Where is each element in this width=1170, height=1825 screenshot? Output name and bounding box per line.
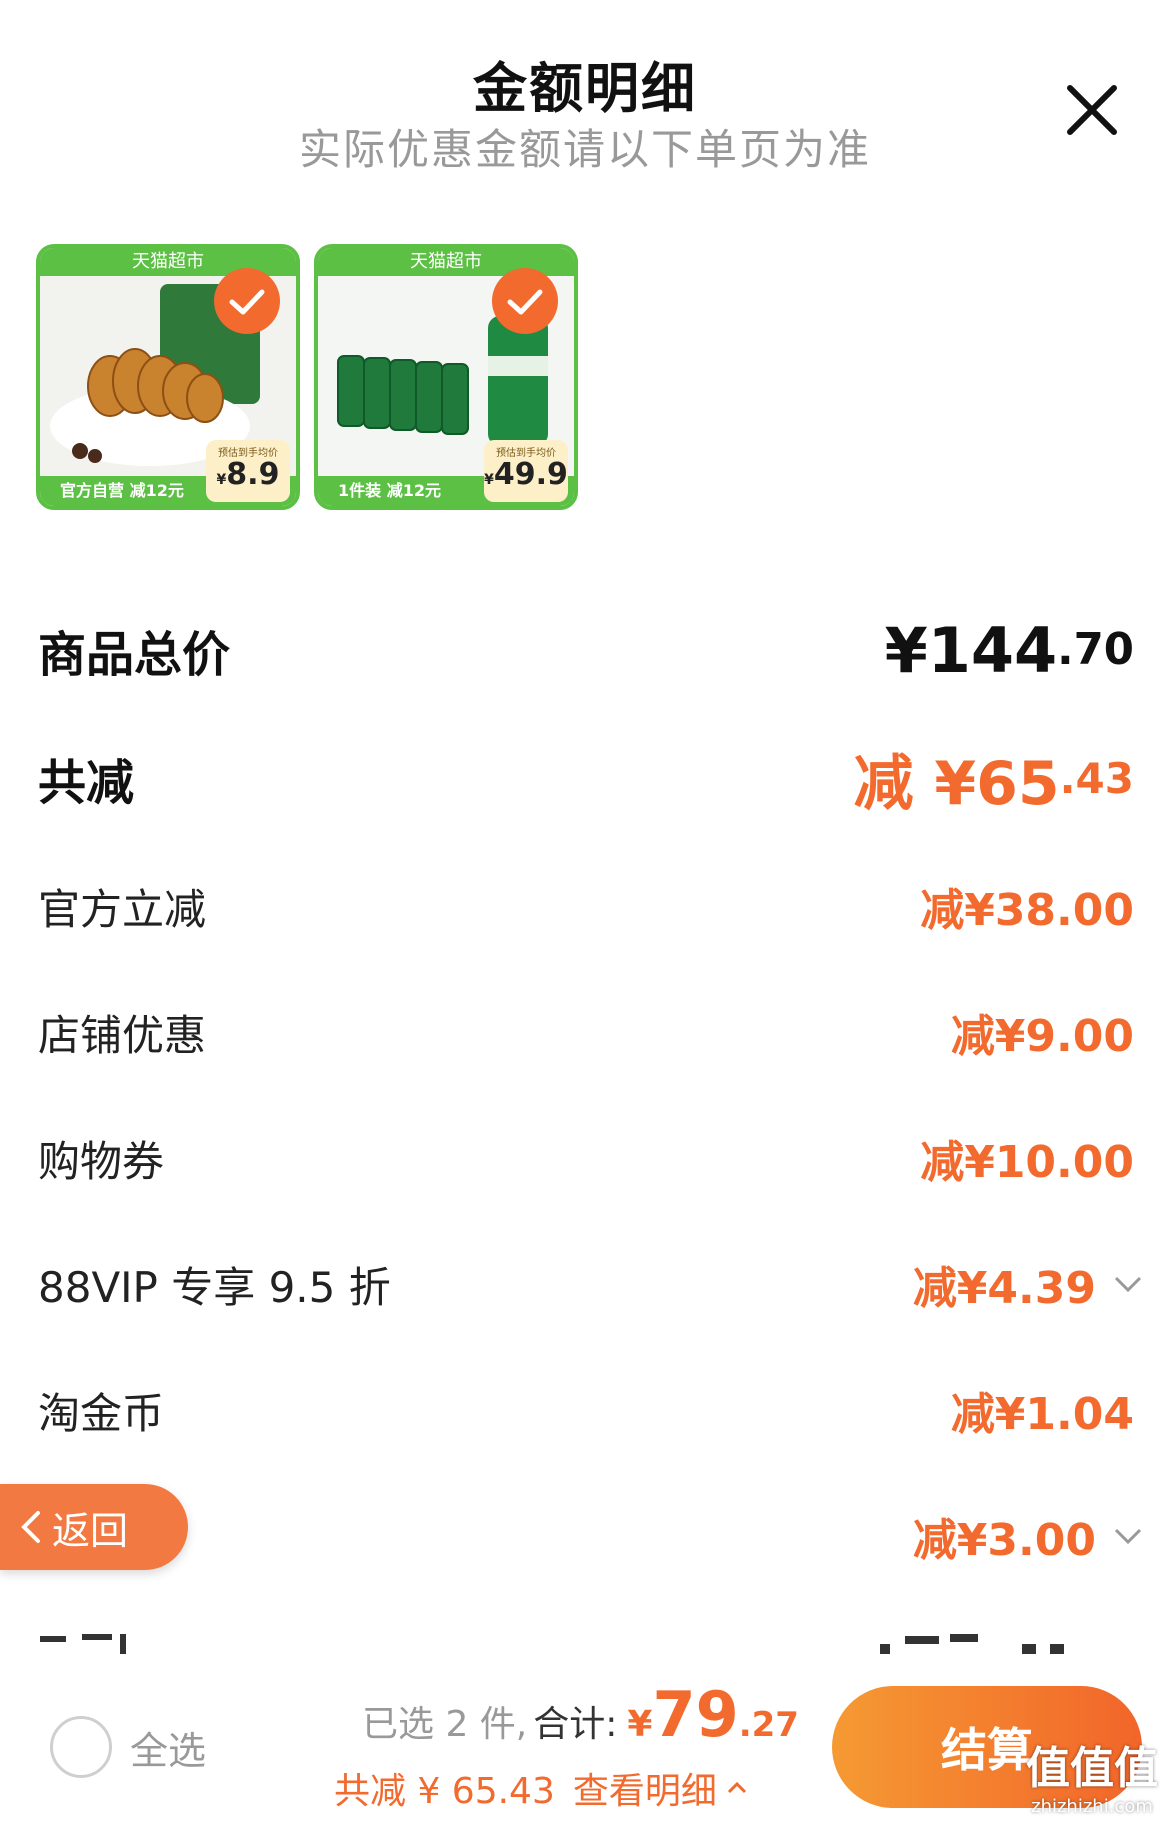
price-number: 8.9 — [226, 457, 280, 492]
coupon-amount: 减¥10.00 — [920, 1137, 1134, 1188]
vip-discount-value: 减¥4.39 — [912, 1263, 1096, 1314]
price-yen: ¥ — [216, 472, 227, 488]
selected-count: 已选 2 件, — [362, 1704, 528, 1745]
row-official-discount: 官方立减 减¥38.00 — [38, 866, 1134, 946]
coupon-label: 购物券 — [38, 1136, 165, 1186]
goods-total-int: ¥144 — [884, 613, 1058, 687]
vip-discount-label: 88VIP 专享 9.5 折 — [38, 1262, 391, 1312]
checkmark-icon — [507, 289, 543, 315]
coin-label: 淘金币 — [38, 1388, 165, 1438]
view-detail-link[interactable]: 共减 ¥ 65.43 查看明细 — [334, 1762, 749, 1814]
close-button[interactable] — [1062, 80, 1122, 140]
partial-total-row — [0, 1632, 1170, 1656]
price-tag: 预估到手均价 ¥8.9 — [206, 440, 290, 502]
official-discount-amount: 减¥38.00 — [920, 885, 1134, 936]
shop-discount-label: 店铺优惠 — [38, 1010, 207, 1060]
view-detail-label: 查看明细 — [572, 1771, 717, 1812]
select-all[interactable]: 全选 — [50, 1716, 206, 1778]
total-int: 79 — [652, 1678, 739, 1751]
total-reduce-dec: .43 — [1059, 753, 1134, 803]
row-shop-discount: 店铺优惠 减¥9.00 — [38, 992, 1134, 1072]
product-card[interactable]: 天猫超市 官方自营 减12元 预估到手均价 ¥8.9 — [36, 244, 300, 510]
official-discount-label: 官方立减 — [38, 884, 207, 934]
select-all-label: 全选 — [130, 1728, 207, 1773]
shop-discount-amount: 减¥9.00 — [950, 1011, 1134, 1062]
chevron-down-icon[interactable] — [1110, 1518, 1146, 1554]
product-checkbox[interactable] — [492, 268, 558, 334]
checkout-label: 结算 — [941, 1723, 1033, 1777]
price-value: ¥49.9 — [484, 459, 568, 496]
amount-detail-sheet: 金额明细 实际优惠金额请以下单页为准 天猫超市 官方自营 减12元 预估到手均价… — [0, 0, 1170, 1825]
price-value: ¥8.9 — [206, 459, 290, 496]
product-checkbox[interactable] — [214, 268, 280, 334]
select-all-radio[interactable] — [50, 1716, 112, 1778]
page-title: 金额明细 — [473, 57, 697, 120]
checkout-footer: 全选 已选 2 件, 合计: ¥79.27 共减 ¥ 65.43 查看明细 结算… — [0, 1656, 1170, 1825]
watermark-sub: zhizhizhi.com — [1031, 1796, 1153, 1817]
row-other-discount[interactable]: 减¥3.00 — [38, 1496, 1146, 1576]
chevron-down-icon[interactable] — [1110, 1266, 1146, 1302]
row-vip-discount[interactable]: 88VIP 专享 9.5 折 减¥4.39 — [38, 1244, 1146, 1324]
row-goods-total: 商品总价 ¥144.70 — [38, 610, 1134, 690]
checkmark-icon — [229, 289, 265, 315]
price-number: 49.9 — [493, 457, 568, 492]
chevron-left-icon — [21, 1511, 40, 1543]
other-discount-amount: 减¥3.00 — [913, 1504, 1146, 1568]
goods-total-label: 商品总价 — [38, 627, 231, 683]
goods-total-amount: ¥144.70 — [885, 614, 1134, 687]
back-button-label: 返回 — [52, 1508, 129, 1553]
order-summary: 已选 2 件, 合计: ¥79.27 — [362, 1678, 799, 1751]
other-discount-value: 减¥3.00 — [912, 1515, 1096, 1566]
page-subtitle: 实际优惠金额请以下单页为准 — [298, 125, 871, 174]
total-yen: ¥ — [627, 1704, 653, 1745]
row-coin: 淘金币 减¥1.04 — [38, 1370, 1134, 1450]
total-reduce-amount: 减 ¥65.43 — [853, 735, 1134, 822]
total-label: 合计: — [533, 1704, 618, 1745]
row-total-reduce: 共减 减 ¥65.43 — [38, 738, 1134, 819]
site-watermark: 值值值 zhizhizhi.com — [1026, 1732, 1158, 1817]
coin-amount: 减¥1.04 — [950, 1389, 1134, 1440]
close-icon — [1067, 85, 1117, 135]
goods-total-dec: .70 — [1057, 625, 1134, 675]
footer-reduce-label: 共减 ¥ 65.43 — [334, 1771, 555, 1812]
product-card[interactable]: 天猫超市 1件装 减12元 预估到手均价 ¥49.9 — [314, 244, 578, 510]
row-coupon: 购物券 减¥10.00 — [38, 1118, 1134, 1198]
total-dec: .27 — [738, 1705, 799, 1745]
price-yen: ¥ — [484, 472, 494, 488]
total-reduce-label: 共减 — [38, 755, 135, 811]
watermark-main: 值值值 — [1026, 1743, 1158, 1794]
back-button[interactable]: 返回 — [0, 1484, 188, 1570]
total-amount: ¥79.27 — [627, 1678, 799, 1751]
total-reduce-int: 减 ¥65 — [853, 748, 1060, 819]
chevron-up-icon — [727, 1781, 746, 1794]
vip-discount-amount: 减¥4.39 — [913, 1252, 1146, 1316]
price-tag: 预估到手均价 ¥49.9 — [484, 440, 568, 502]
